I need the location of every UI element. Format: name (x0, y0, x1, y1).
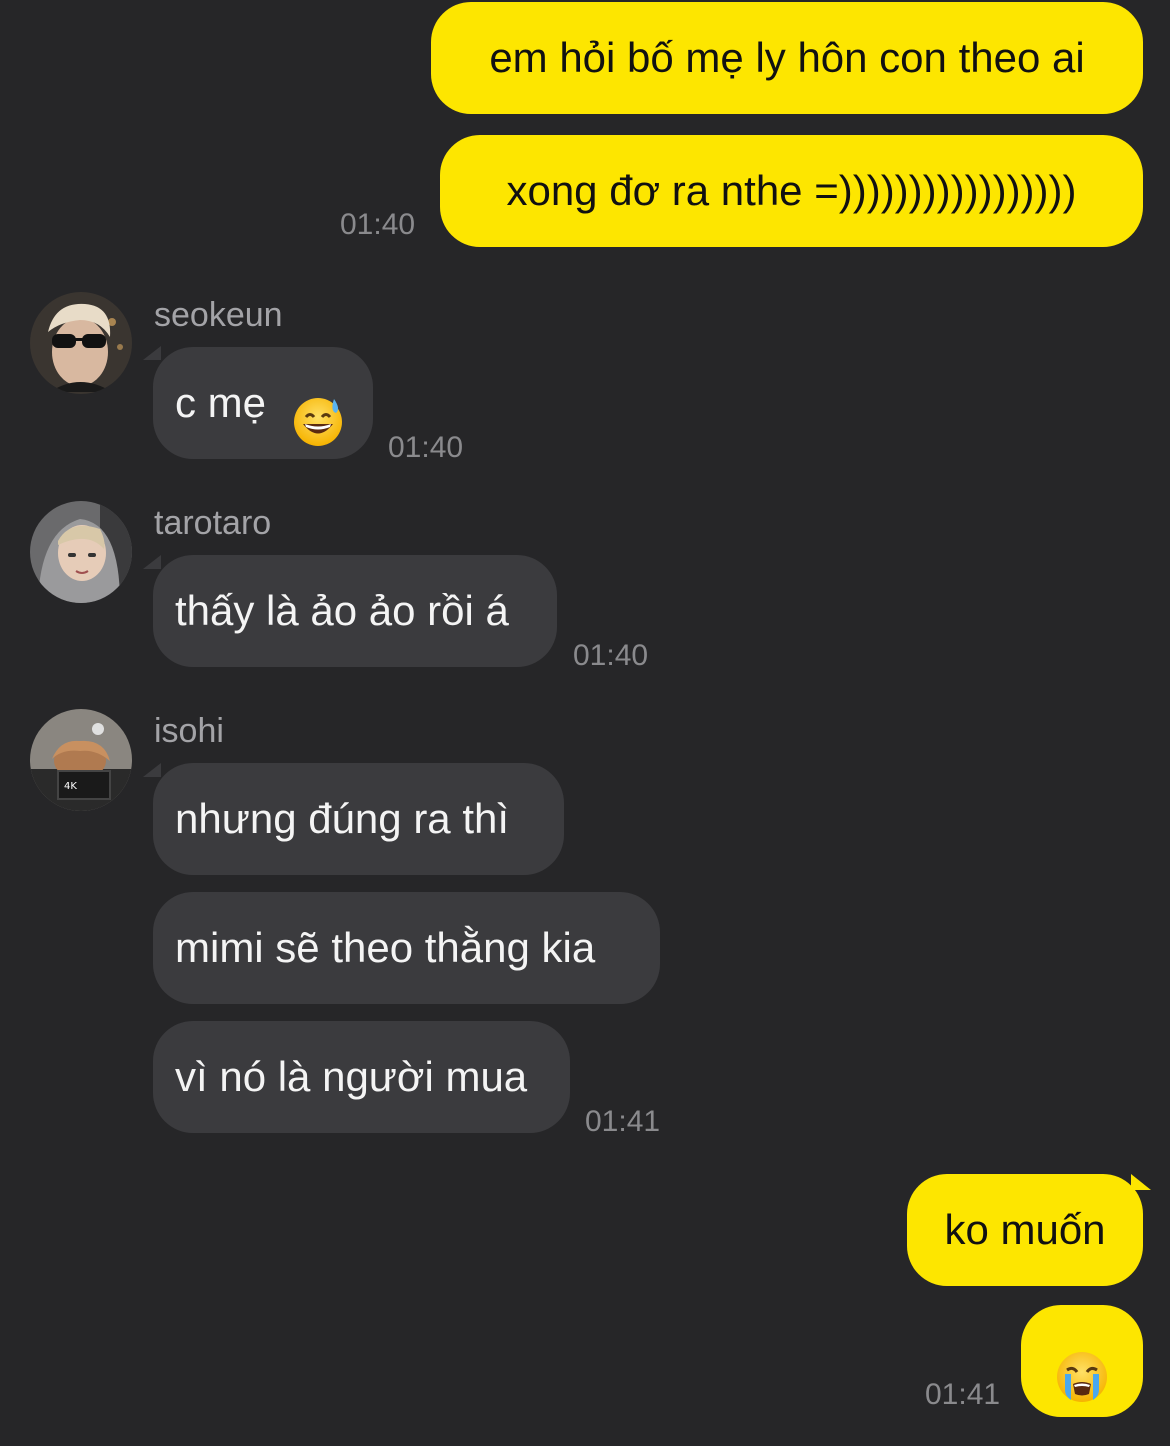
message-text: mimi sẽ theo thằng kia (175, 924, 596, 971)
sender-name: seokeun (154, 296, 283, 334)
timestamp: 01:40 (340, 208, 416, 241)
message-text: c mẹ (175, 379, 267, 426)
timestamp: 01:41 (925, 1378, 1001, 1411)
sender-name: tarotaro (154, 504, 272, 542)
outgoing-message-2[interactable]: xong đơ ra nthe =))))))))))))))))) (440, 135, 1143, 247)
timestamp: 01:40 (573, 639, 649, 672)
avatar-isohi[interactable]: 4K (30, 709, 132, 811)
message-text: xong đơ ra nthe =))))))))))))))))) (506, 167, 1077, 214)
message-text: vì nó là người mua (175, 1053, 528, 1100)
message-text: nhưng đúng ra thì (175, 795, 510, 842)
message-text: em hỏi bố mẹ ly hôn con theo ai (489, 34, 1085, 81)
grinning-sweat-emoji-icon (292, 377, 344, 446)
outgoing-message-4[interactable] (1021, 1305, 1143, 1417)
outgoing-message-1[interactable]: em hỏi bố mẹ ly hôn con theo ai (431, 2, 1143, 114)
incoming-message-isohi-1[interactable]: nhưng đúng ra thì (153, 763, 564, 875)
timestamp: 01:41 (585, 1105, 661, 1138)
timestamp: 01:40 (388, 431, 464, 464)
loudly-crying-emoji-icon (1055, 1334, 1109, 1402)
avatar-tarotaro[interactable] (30, 501, 132, 603)
incoming-message-isohi-2[interactable]: mimi sẽ theo thằng kia (153, 892, 660, 1004)
svg-text:4K: 4K (64, 781, 77, 792)
outgoing-message-3[interactable]: ko muốn (907, 1174, 1143, 1286)
incoming-message-tarotaro[interactable]: thấy là ảo ảo rồi á (153, 555, 557, 667)
incoming-message-seokeun[interactable]: c mẹ (153, 347, 373, 459)
avatar-seokeun[interactable] (30, 292, 132, 394)
incoming-message-isohi-3[interactable]: vì nó là người mua (153, 1021, 570, 1133)
message-text: thấy là ảo ảo rồi á (175, 587, 509, 634)
message-text: ko muốn (944, 1206, 1106, 1253)
sender-name: isohi (154, 712, 224, 750)
